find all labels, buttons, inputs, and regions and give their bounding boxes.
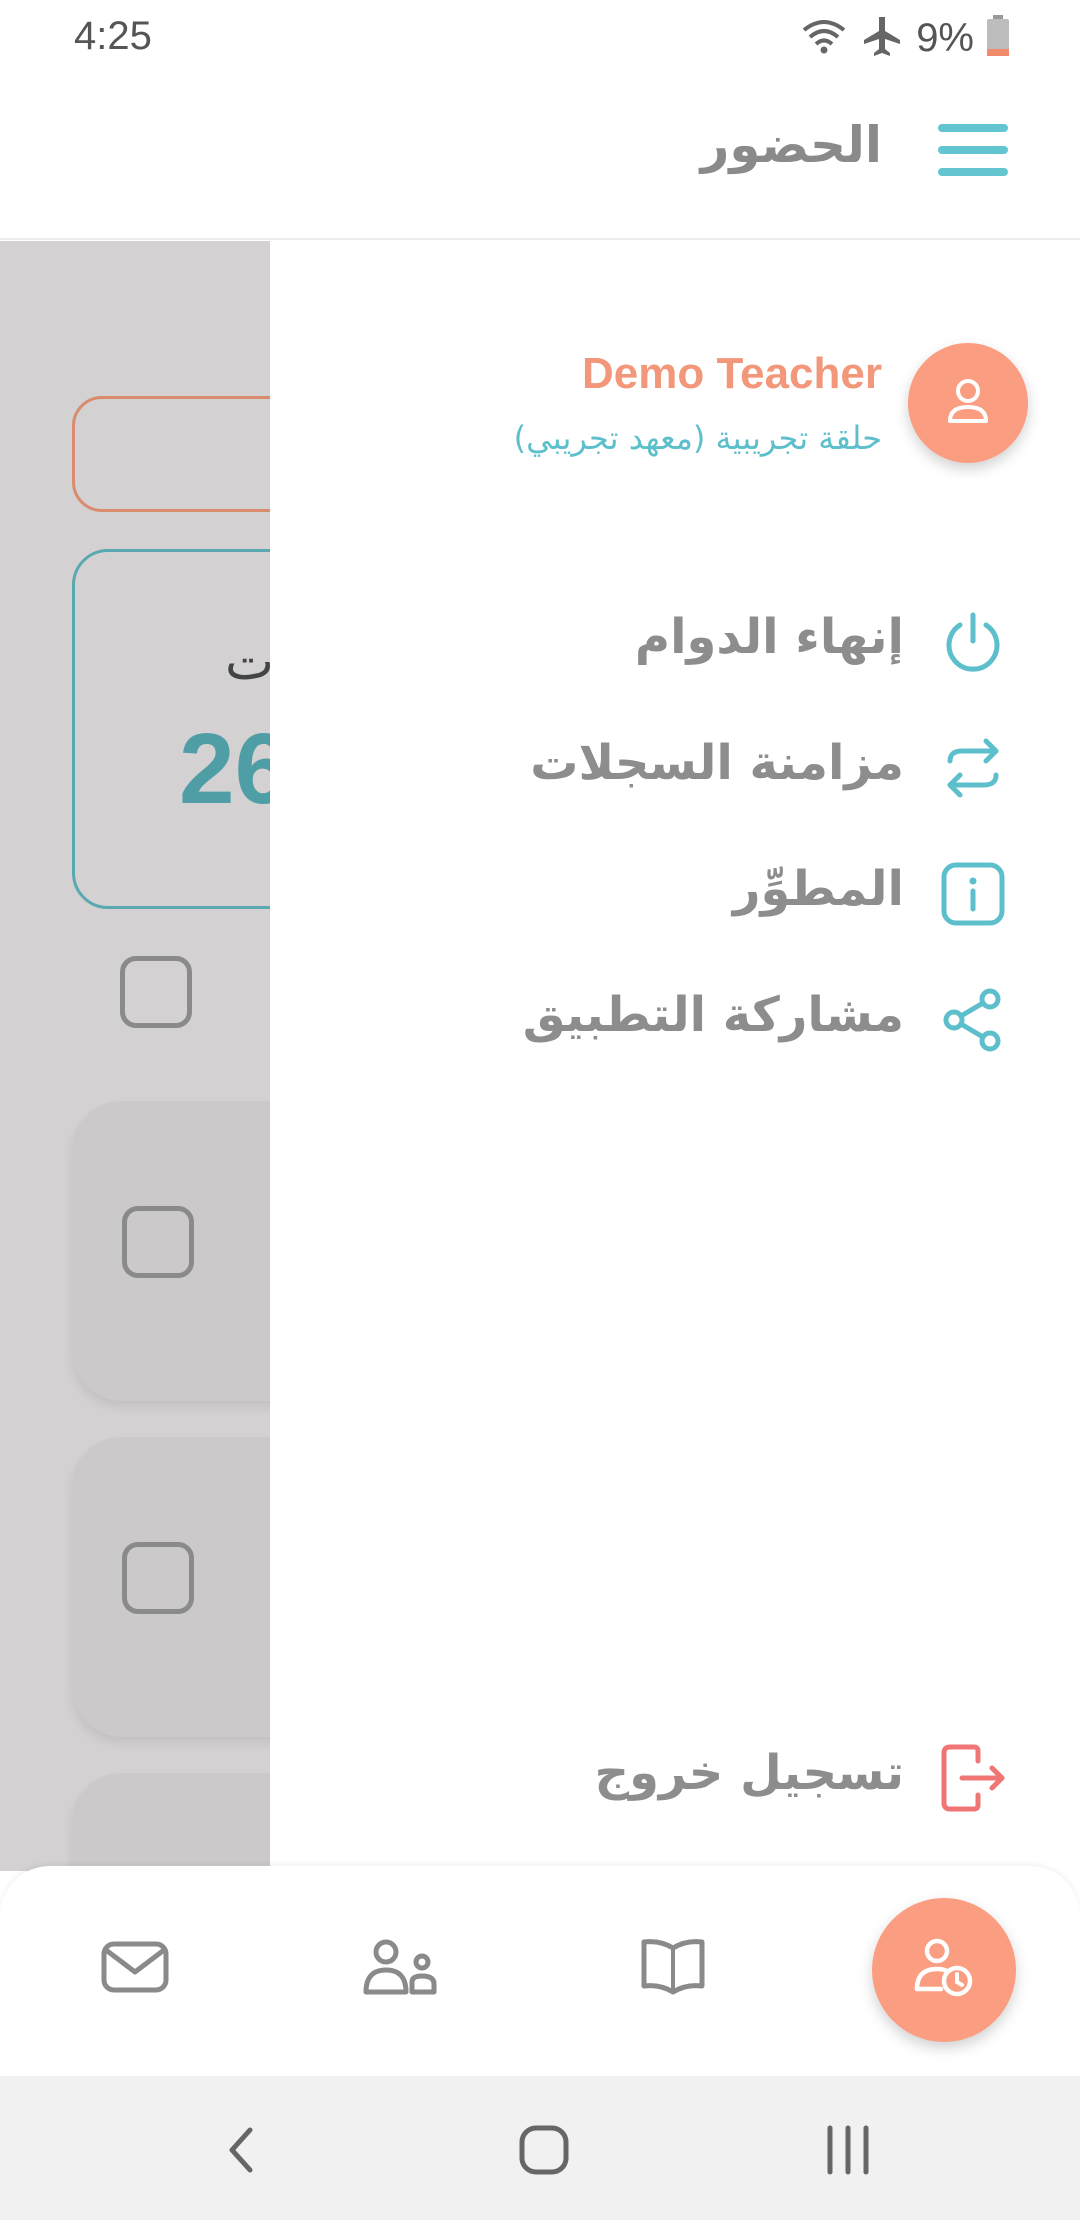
logout-icon [938,1743,1008,1813]
book-icon[interactable] [638,1936,718,2006]
menu-item-sync-records[interactable]: مزامنة السجلات [270,713,1080,823]
info-icon [938,859,1008,929]
menu-item-logout[interactable]: تسجيل خروج [270,1723,1080,1833]
users-icon[interactable] [362,1936,442,2006]
attendance-icon [911,1935,977,2005]
sync-icon [938,733,1008,803]
airplane-icon [860,14,904,62]
home-icon[interactable] [514,2120,574,2180]
summary-card-label: ت [225,632,274,692]
select-all-checkbox [120,956,192,1028]
share-icon [938,985,1008,1055]
menu-item-label: مزامنة السجلات [530,735,904,791]
list-item-checkbox [122,1206,194,1278]
system-navigation-bar [0,2076,1080,2220]
status-time: 4:25 [74,14,152,58]
hamburger-menu-icon[interactable] [938,124,1008,188]
menu-item-label: إنهاء الدوام [634,609,904,665]
recent-apps-icon[interactable] [818,2120,878,2180]
wifi-icon [800,16,848,60]
power-icon [938,607,1008,677]
attendance-fab[interactable] [872,1898,1016,2042]
menu-item-label: مشاركة التطبيق [522,987,904,1043]
app-bar: الحضور [0,76,1080,240]
bottom-navigation [0,1866,1080,2076]
menu-item-end-shift[interactable]: إنهاء الدوام [270,587,1080,697]
menu-item-label: المطوِّر [732,861,904,917]
page-title: الحضور [700,116,882,174]
battery-icon [986,15,1010,61]
user-subtitle: حلقة تجريبية (معهد تجريبي) [513,419,882,457]
menu-item-label: تسجيل خروج [594,1745,905,1801]
battery-percent: 9% [916,15,974,60]
mail-icon[interactable] [100,1936,180,2006]
user-icon [940,373,996,433]
menu-item-share-app[interactable]: مشاركة التطبيق [270,965,1080,1075]
menu-item-developer[interactable]: المطوِّر [270,839,1080,949]
back-icon[interactable] [212,2120,272,2180]
list-item-checkbox [122,1542,194,1614]
navigation-drawer: Demo Teacher حلقة تجريبية (معهد تجريبي) … [270,241,1080,1871]
user-avatar[interactable] [908,343,1028,463]
status-bar: 4:25 9% [0,0,1080,76]
status-icons: 9% [800,14,1010,62]
user-name: Demo Teacher [582,349,882,398]
